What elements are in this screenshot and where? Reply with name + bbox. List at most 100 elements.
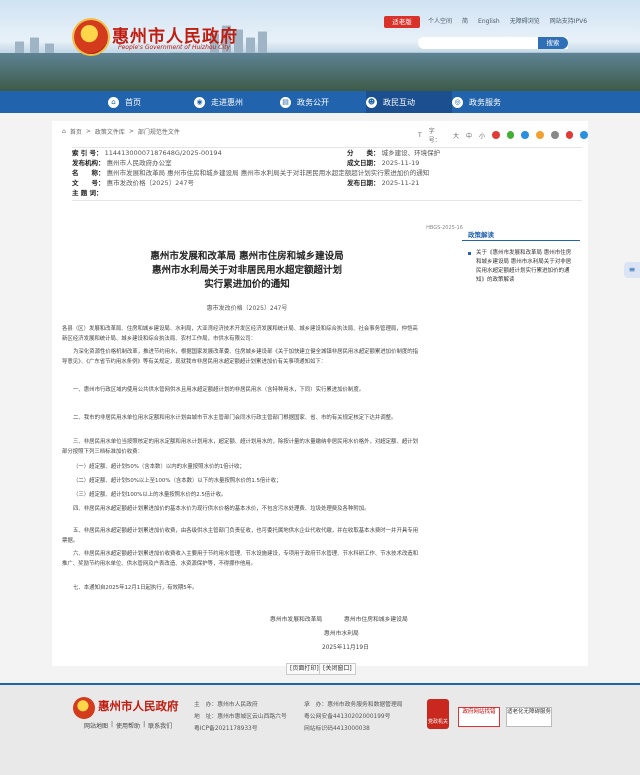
nav-label: 首页 — [125, 97, 141, 107]
banner-building — [30, 37, 39, 53]
globe-icon: ◎ — [452, 96, 463, 108]
people-icon: ☻ — [366, 96, 377, 108]
footer-emblem-icon — [73, 697, 95, 719]
publisher-label: 发布机构： — [72, 159, 105, 167]
font-size-icon: T — [418, 131, 422, 139]
breadcrumb-policy[interactable]: 政策文件库 — [95, 127, 125, 136]
serial-number: HBGS-2025-16 — [426, 225, 463, 231]
title-label: 名 称： — [72, 169, 105, 177]
breadcrumb: ⌂ 首页 > 政策文件库 > 部门规范性文件 — [62, 127, 180, 136]
pubdate-value: 2025-11-21 — [381, 179, 420, 187]
font-size-control: T 字号： 大 中 小 — [418, 126, 588, 144]
nav-interaction[interactable]: ☻ 政民互动 — [366, 91, 452, 113]
nav-label: 政民互动 — [383, 97, 415, 107]
nav-label: 政务服务 — [469, 97, 501, 107]
party-gov-badge[interactable]: 党政机关 — [427, 699, 449, 729]
bullet-icon — [468, 252, 471, 255]
paragraph: （三）超定额、超计划100%以上的水量按照水价的2.5倍计收。 — [73, 492, 227, 498]
elder-service-button[interactable]: 适老化无障碍服务 — [506, 707, 552, 727]
paragraph: 四、非居民用水超定额超计划累进加价的基本水价为现行供水价格的基本水价，不包含污水… — [73, 506, 370, 512]
home-small-icon: ⌂ — [62, 128, 66, 135]
sitemap-link[interactable]: 网站地图 — [84, 721, 108, 730]
print-button[interactable]: [页面打印] — [286, 663, 323, 675]
title-value: 惠州市发展和改革局 惠州市住房和城乡建设局 惠州市水利局关于对非居民用水超定额超… — [106, 169, 430, 177]
org-value: 惠州市政务服务和数据管理局 — [327, 702, 403, 708]
article-title-line: 惠州市发展和改革局 惠州市住房和城乡建设局 — [150, 251, 344, 262]
paragraph: （二）超定额、超计划50%以上至100%（含本数）以下的水量按照水价的1.5倍计… — [73, 478, 282, 484]
nav-gov-open[interactable]: ▤ 政务公开 — [280, 91, 366, 113]
qzone-share-icon[interactable] — [536, 131, 544, 139]
date-label: 成文日期： — [347, 159, 380, 167]
footer-links: 网站地图 | 使用帮助 | 联系我们 — [84, 721, 173, 730]
elder-mode-button[interactable]: 适老版 — [384, 16, 420, 28]
simplified-link[interactable]: 简 — [462, 16, 468, 28]
nav-about[interactable]: ◉ 走进惠州 — [194, 91, 280, 113]
sponsor-value: 惠州市人民政府 — [217, 702, 258, 708]
header-banner: 惠州市人民政府 People's Government of Huizhou C… — [0, 0, 640, 91]
home-icon: ⌂ — [108, 96, 119, 108]
signature-org: 惠州市水利局 — [324, 631, 359, 637]
docno-label: 文 号： — [72, 179, 105, 187]
article-title-line: 实行累进加价的通知 — [204, 279, 290, 290]
signature-org: 惠州市发展和改革局 — [270, 617, 323, 623]
sidebar-interpretation-link[interactable]: 关于《惠州市发展和改革局 惠州市住房和城乡建设局 惠州市水利局关于对非居民用水超… — [476, 249, 576, 285]
paragraph: 为深化资源性价格机制改革，推进节约用水，根据国家发展改革委、住房城乡建设部《关于… — [62, 349, 419, 365]
footer: 惠州市人民政府 网站地图 | 使用帮助 | 联系我们 主 办：惠州市人民政府 地 址… — [0, 683, 640, 775]
icp-number[interactable]: 粤ICP备2021178933号 — [194, 723, 258, 732]
paragraph: 一、惠州市行政区域内使用公共供水管网供水且用水超定额超计划的非居民用水（含特种用… — [73, 387, 365, 393]
signature-date: 2025年11月19日 — [322, 645, 369, 651]
address-label: 地 址： — [194, 714, 218, 720]
sidebar-divider — [462, 240, 580, 241]
douban-share-icon[interactable] — [565, 131, 574, 139]
keywords-label: 主 题 词： — [72, 189, 103, 197]
link-share-icon[interactable] — [550, 131, 559, 139]
qq-share-icon[interactable] — [521, 131, 530, 139]
paragraph: 六、非居民用水超定额超计划累进加价收费收入主要用于节约用水管理、节水设施建设，专… — [62, 551, 419, 567]
sponsor-label: 主 办： — [194, 702, 218, 708]
english-link[interactable]: English — [478, 16, 500, 28]
font-size-big[interactable]: 大 — [453, 131, 459, 140]
close-button[interactable]: [关闭窗口] — [319, 663, 356, 675]
site-title-en: People's Government of Huizhou City — [118, 44, 231, 51]
category-value: 城乡建设、环境保护 — [381, 149, 441, 157]
ipv6-label: 网站支持IPV6 — [549, 18, 588, 25]
help-link[interactable]: 使用帮助 — [116, 721, 140, 730]
signature-org: 惠州市住房和城乡建设局 — [344, 617, 408, 623]
accessibility-link[interactable]: 无障碍浏览 — [510, 16, 540, 28]
error-report-button[interactable]: 政府网站找错 — [458, 707, 500, 727]
tag-icon[interactable]: ≡ — [624, 262, 640, 278]
nav-home[interactable]: ⌂ 首页 — [108, 91, 194, 113]
national-emblem-icon — [74, 20, 108, 54]
org-label: 承 办： — [304, 702, 328, 708]
paragraph: （一）超定额、超计划50%（含本数）以内的水量按照水价的1倍计收； — [73, 464, 245, 470]
article-title: 惠州市发展和改革局 惠州市住房和城乡建设局 惠州市水利局关于对非居民用水超定额超… — [72, 250, 422, 292]
font-size-mid[interactable]: 中 — [466, 131, 472, 140]
banner-building — [45, 43, 54, 53]
address-value: 惠州市惠城区云山西路六号 — [217, 714, 287, 720]
search-button[interactable]: 搜索 — [538, 37, 568, 49]
police-record[interactable]: 粤公网安备44130202000199号 — [304, 711, 390, 720]
banner-building — [246, 37, 255, 53]
font-size-label: 字号： — [428, 128, 441, 144]
paragraph: 七、本通知自2025年12月1日起执行，有效期5年。 — [73, 585, 198, 591]
breadcrumb-home[interactable]: 首页 — [70, 127, 82, 136]
document-metadata: 索 引 号： 11441300007187648G/2025-00194 分 类… — [72, 147, 582, 201]
location-icon: ◉ — [194, 96, 205, 108]
top-links: 个人空间 简 English 无障碍浏览 网站支持IPV6 — [428, 16, 587, 28]
contact-link[interactable]: 联系我们 — [148, 721, 172, 730]
personal-space-link[interactable]: 个人空间 — [428, 16, 452, 28]
date-value: 2025-11-19 — [381, 159, 420, 167]
category-label: 分 类： — [347, 149, 380, 157]
nav-service[interactable]: ◎ 政务服务 — [452, 91, 538, 113]
pubdate-label: 发布日期： — [347, 179, 380, 187]
more-share-icon[interactable] — [580, 131, 588, 139]
footer-site-title: 惠州市人民政府 — [98, 699, 179, 713]
index-label: 索 引 号： — [72, 149, 103, 157]
nav-label: 走进惠州 — [211, 97, 243, 107]
sidebar-title: 政策解读 — [468, 231, 494, 239]
font-size-small[interactable]: 小 — [479, 131, 485, 140]
wechat-share-icon[interactable] — [506, 131, 515, 139]
article-docno: 惠市发改价格〔2025〕247号 — [206, 305, 288, 312]
weibo-share-icon[interactable] — [492, 131, 500, 139]
breadcrumb-dept[interactable]: 部门规范性文件 — [138, 127, 180, 136]
